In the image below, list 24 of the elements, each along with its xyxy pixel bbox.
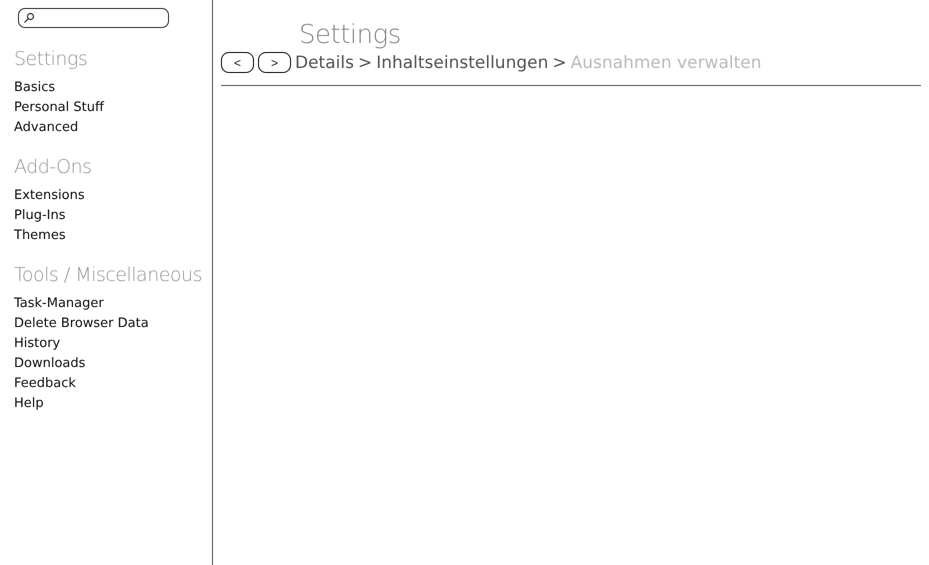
forward-button[interactable]: > [258,52,291,73]
sidebar-link[interactable]: Feedback [14,374,212,394]
sidebar-link[interactable]: Plug-Ins [14,206,212,226]
breadcrumb-link[interactable]: Inhaltseinstellungen [376,52,548,72]
search-icon [23,12,35,24]
sidebar-link[interactable]: Help [14,394,212,414]
breadcrumb-separator: > [552,52,567,72]
breadcrumb-separator: > [358,52,372,72]
section-heading: Tools / Miscellaneous [14,264,203,286]
sidebar-link[interactable]: Personal Stuff [14,98,212,118]
sidebar-link[interactable]: History [14,334,212,354]
section-heading: Add-Ons [14,156,93,178]
sidebar-link[interactable]: Task-Manager [14,294,212,314]
section-heading: Settings [14,48,88,70]
sidebar-link[interactable]: Basics [14,78,212,98]
sidebar-link[interactable]: Advanced [14,118,212,138]
page-title: Settings [299,20,402,50]
search-field[interactable] [18,8,169,28]
sidebar-link[interactable]: Themes [14,226,212,246]
sidebar-link[interactable]: Extensions [14,186,212,206]
back-button[interactable]: < [221,52,254,73]
breadcrumb-link[interactable]: Details [295,52,354,72]
sidebar-link[interactable]: Delete Browser Data [14,314,212,334]
sidebar-link[interactable]: Downloads [14,354,212,374]
